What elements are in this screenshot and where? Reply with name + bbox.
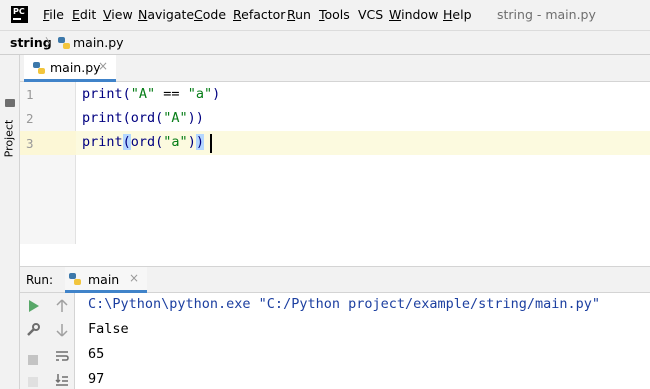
run-tool-window-header: Run: main × (20, 267, 650, 293)
menu-file[interactable]: File (43, 7, 64, 22)
menu-navigate[interactable]: Navigate (138, 7, 194, 22)
pin-icon[interactable] (25, 373, 41, 389)
menu-refactor[interactable]: Refactor (233, 7, 285, 22)
code-line[interactable]: print(ord("A")) (82, 110, 204, 126)
editor-tab-bar: main.py × (20, 55, 650, 82)
menu-window[interactable]: Window (389, 7, 438, 22)
stop-icon[interactable] (25, 352, 41, 368)
code-line[interactable]: print("A" == "a") (82, 86, 220, 102)
run-tab-label: main (88, 272, 120, 287)
python-file-icon (33, 62, 45, 74)
project-tool-tab[interactable]: Project (2, 119, 17, 159)
line-number: 3 (26, 136, 34, 151)
pycharm-logo-icon: PC (11, 6, 28, 23)
navigation-bar: string 〉 main.py (0, 30, 650, 55)
window-title: string - main.py (497, 7, 596, 22)
text-caret (210, 134, 212, 153)
breadcrumb-file[interactable]: main.py (73, 35, 124, 50)
console-output-line: 97 (88, 371, 105, 387)
line-number: 2 (26, 111, 34, 126)
run-tab-main[interactable]: main × (65, 267, 147, 293)
menu-code[interactable]: Code (194, 7, 226, 22)
menu-vcs[interactable]: VCS (358, 7, 383, 22)
up-arrow-icon[interactable] (54, 298, 70, 314)
code-line[interactable]: print(ord("a")) (82, 134, 204, 150)
run-console[interactable]: C:\Python\python.exe "C:/Python project/… (75, 293, 650, 389)
scroll-to-end-icon[interactable] (54, 371, 70, 387)
run-icon[interactable] (25, 298, 41, 314)
console-command-line: C:\Python\python.exe "C:/Python project/… (88, 296, 601, 312)
folder-icon[interactable] (5, 99, 15, 107)
current-line-gutter-highlight: 3 (20, 131, 76, 155)
console-output-line: 65 (88, 346, 105, 362)
project-tool-tab-label: Project (2, 119, 16, 158)
menu-tools[interactable]: Tools (319, 7, 350, 22)
code-editor[interactable]: 1 2 3 print("A" == "a") print(ord("A")) … (20, 82, 650, 244)
editor-empty-area (20, 244, 650, 267)
menu-run[interactable]: Run (287, 7, 311, 22)
python-file-icon (69, 273, 81, 285)
menu-view[interactable]: View (103, 7, 133, 22)
line-number-gutter: 1 2 (20, 82, 76, 244)
menu-help[interactable]: Help (443, 7, 472, 22)
editor-tab-main-py[interactable]: main.py × (24, 55, 116, 82)
menu-bar: PC File Edit View Navigate Code Refactor… (0, 0, 650, 30)
editor-tab-label: main.py (50, 60, 101, 75)
close-icon[interactable]: × (98, 59, 108, 73)
menu-edit[interactable]: Edit (72, 7, 96, 22)
line-number: 1 (26, 87, 34, 102)
close-icon[interactable]: × (129, 271, 139, 285)
soft-wrap-icon[interactable] (54, 348, 70, 364)
down-arrow-icon[interactable] (54, 322, 70, 338)
run-label: Run: (26, 273, 54, 287)
console-output-line: False (88, 321, 129, 337)
python-file-icon (58, 37, 70, 49)
breadcrumb-separator: 〉 (45, 36, 58, 50)
run-toolbar (20, 293, 75, 389)
wrench-icon[interactable] (25, 322, 41, 338)
